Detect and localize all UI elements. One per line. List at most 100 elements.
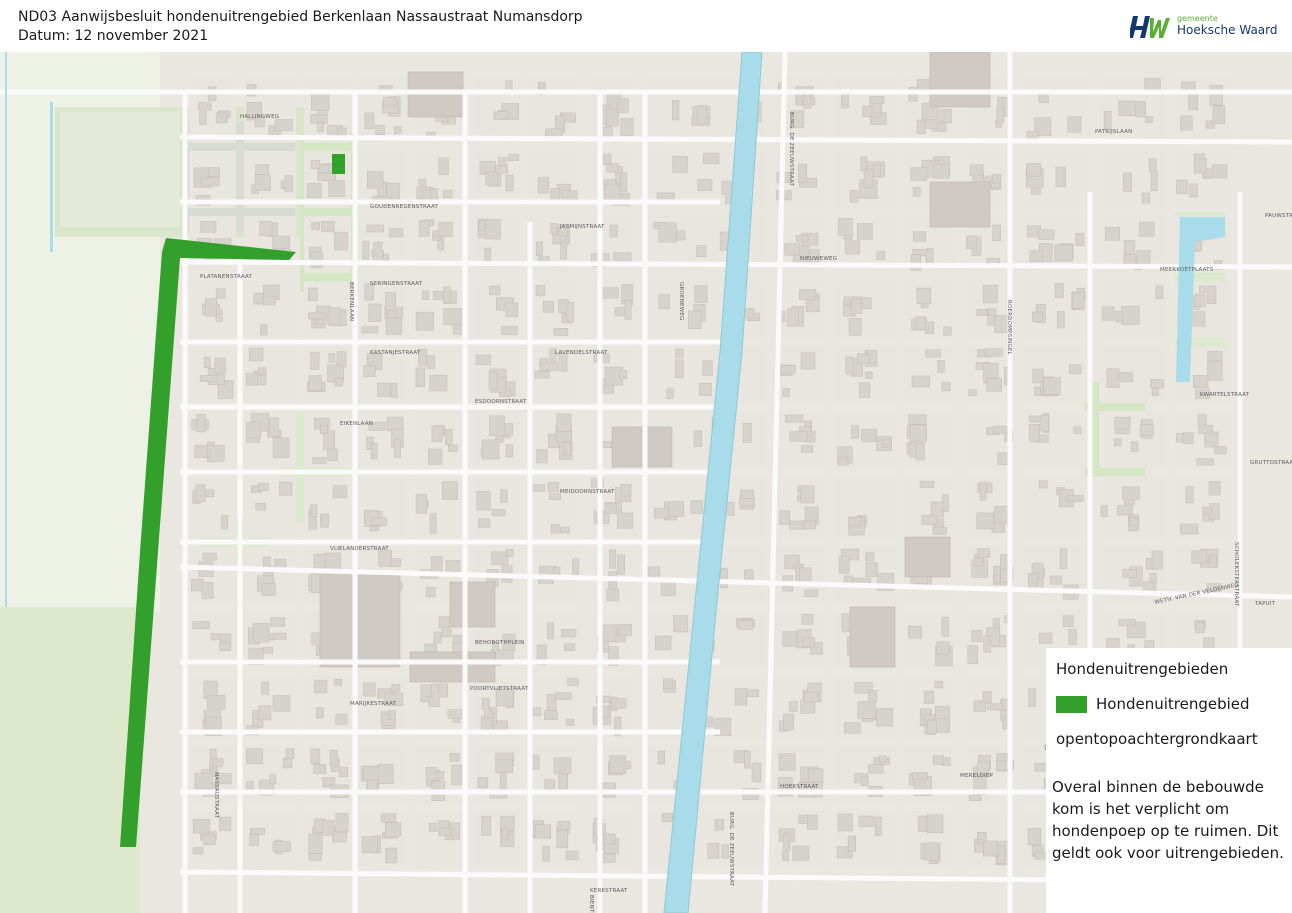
building [368,303,382,322]
building [535,241,543,256]
building [932,526,947,535]
building [803,92,812,109]
building [377,382,391,397]
building [703,152,720,165]
building [207,695,226,710]
building [1130,441,1139,453]
building [1151,550,1163,570]
building [415,494,427,514]
building [697,179,713,191]
building [807,814,818,830]
building [272,235,291,249]
allotment-grid [60,112,180,227]
building [380,813,397,823]
building [451,764,462,786]
building [688,310,702,329]
building [442,189,453,198]
building [553,328,569,336]
building [553,757,572,775]
building [310,352,320,370]
building [335,813,349,833]
building [742,422,752,443]
building [789,520,805,530]
building [263,646,274,654]
legend-basemap-label: opentopoachtergrondkaart [1056,730,1258,748]
building [1188,92,1198,110]
building [1193,158,1207,174]
building [606,108,619,127]
building [923,690,935,704]
building [660,580,676,597]
building [249,832,259,846]
building [916,287,931,304]
building [737,620,753,630]
building [255,503,266,511]
building [1199,285,1206,294]
street-label: JASMIJNSTRAAT [559,224,605,230]
building [547,482,559,492]
building [865,371,873,379]
building [1114,416,1131,430]
building [996,106,1005,123]
building [1123,240,1136,255]
building [334,231,348,251]
ditch-cemetery [50,102,53,252]
building [1118,619,1136,627]
building [1062,615,1074,627]
building [720,569,728,589]
building [260,323,268,336]
building [968,389,977,397]
building [1100,505,1108,517]
building [976,512,995,530]
building [366,224,384,233]
building [867,690,878,703]
building [909,424,927,442]
building [875,816,882,836]
building [310,160,321,170]
building [385,847,398,864]
building [545,128,563,138]
building [916,119,926,134]
building [219,816,232,832]
building [312,457,327,464]
building [388,710,396,720]
building [565,718,575,726]
building [438,683,448,698]
building [478,518,491,528]
building [1214,446,1227,454]
urban-block [189,76,236,143]
building [394,126,402,135]
building [481,815,491,836]
building [604,503,617,514]
building [617,512,634,529]
building [647,566,661,577]
building [438,828,452,837]
building [609,549,616,569]
building [744,750,751,769]
large-building [319,571,401,668]
building [555,692,572,700]
building [1054,244,1073,262]
building [993,575,1001,584]
building [477,777,489,789]
building [370,442,378,459]
building [475,354,491,366]
building [857,353,870,364]
building [799,289,817,301]
building [563,442,572,456]
map-legend: Hondenuitrengebieden Hondenuitrengebied … [1046,648,1292,913]
building [371,517,388,526]
building [675,348,684,358]
building [361,836,378,854]
street-label: HOEKSTRAAT [780,784,819,790]
building [865,562,878,577]
building [425,586,436,598]
building [507,154,520,161]
building [418,219,430,237]
building [261,681,269,695]
building [373,241,383,262]
building [941,616,949,637]
building [564,643,576,651]
building [1072,292,1085,310]
building [694,285,708,303]
